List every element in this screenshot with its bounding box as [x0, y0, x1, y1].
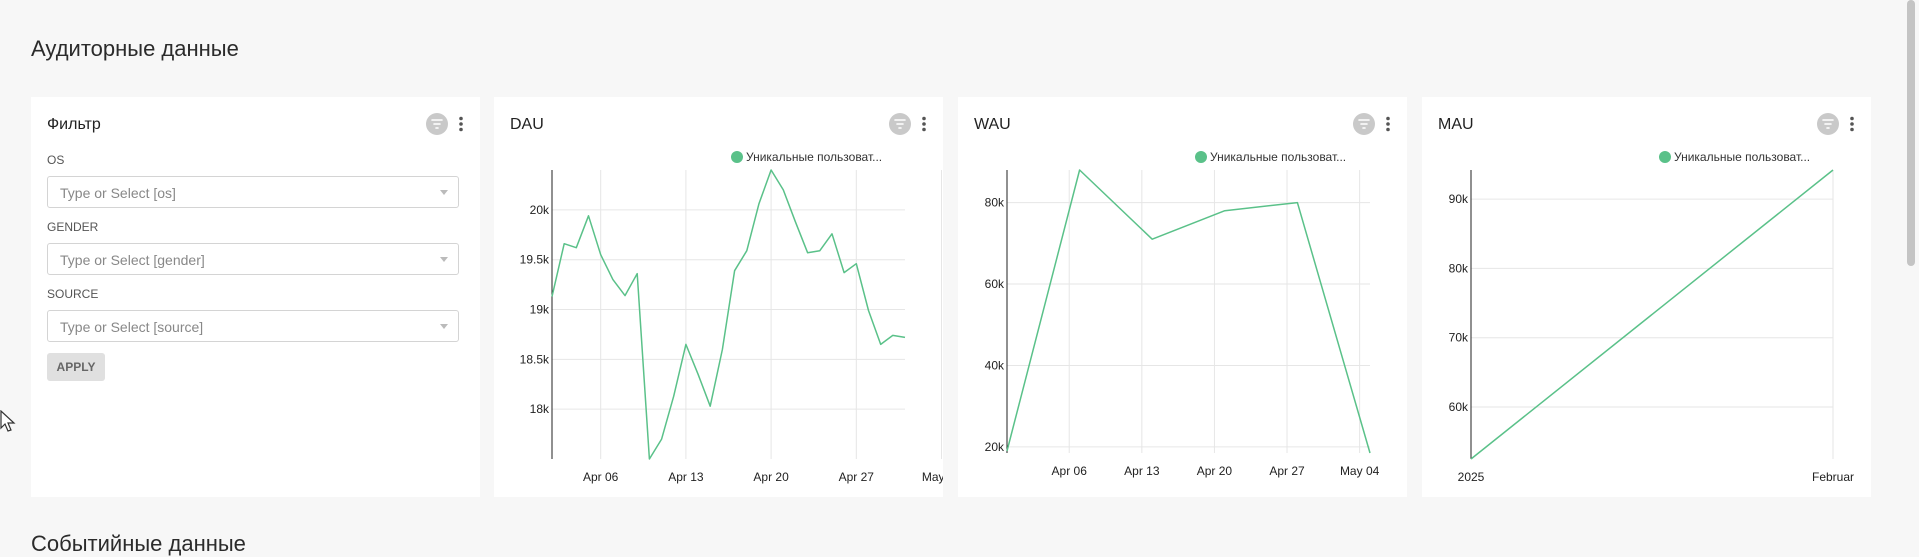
x-tick-label: Februar — [1812, 470, 1854, 484]
gender-select[interactable]: Type or Select [gender] — [47, 243, 459, 275]
y-tick-label: 20k — [530, 203, 550, 217]
filter-icon[interactable] — [426, 113, 448, 135]
x-tick-label: Apr 06 — [583, 470, 619, 484]
x-tick-label: Apr 20 — [753, 470, 789, 484]
os-label: OS — [47, 153, 65, 167]
x-tick-label: 2025 — [1458, 470, 1485, 484]
y-tick-label: 80k — [1449, 261, 1469, 275]
gender-placeholder: Type or Select [gender] — [60, 252, 205, 268]
series-line — [1006, 169, 1371, 454]
card-toolbar — [426, 113, 468, 135]
source-label: SOURCE — [47, 287, 99, 301]
mau-chart: 60k 70k 80k 90k 2025 Februar — [1449, 169, 1854, 484]
dau-card: DAU Уникальные пользоват... 18k 18.5k 19k 1… — [494, 97, 943, 497]
mouse-cursor-icon — [0, 410, 16, 432]
section-title-events: Событийные данные — [31, 531, 246, 556]
mau-card: MAU Уникальные пользоват... 60k 70k 80k 90k… — [1422, 97, 1871, 497]
series-line — [551, 169, 906, 460]
x-tick-label: Apr 13 — [668, 470, 704, 484]
y-tick-label: 60k — [1449, 400, 1469, 414]
wau-chart: 20k 40k 60k 80k Apr 06 Apr 13 Apr 20 Apr 27 May … — [985, 169, 1380, 478]
y-tick-label: 20k — [985, 440, 1005, 454]
section-title-audience: Аудиторные данные — [31, 36, 239, 61]
y-tick-label: 18k — [530, 402, 550, 416]
y-tick-label: 19k — [530, 303, 550, 317]
wau-card: WAU Уникальные пользоват... 20k 40k 60k 80k… — [958, 97, 1407, 497]
y-tick-label: 90k — [1449, 192, 1469, 206]
dropdown-caret-icon — [440, 257, 448, 262]
more-vertical-icon[interactable] — [454, 113, 468, 135]
filter-card-title: Фильтр — [47, 116, 101, 133]
x-tick-label: Apr 27 — [839, 470, 875, 484]
x-tick-label: May 04 — [922, 470, 943, 484]
os-select[interactable]: Type or Select [os] — [47, 176, 459, 208]
y-tick-label: 70k — [1449, 331, 1469, 345]
dropdown-caret-icon — [440, 324, 448, 329]
dau-chart: 18k 18.5k 19k 19.5k 20k Apr 06 Apr 13 Apr 20 Apr… — [520, 169, 943, 484]
source-select[interactable]: Type or Select [source] — [47, 310, 459, 342]
x-tick-label: May 04 — [1340, 464, 1380, 478]
y-tick-label: 18.5k — [520, 352, 550, 366]
gender-label: GENDER — [47, 220, 99, 234]
os-placeholder: Type or Select [os] — [60, 185, 176, 201]
x-tick-label: Apr 20 — [1197, 464, 1233, 478]
x-tick-label: Apr 06 — [1052, 464, 1088, 478]
y-tick-label: 19.5k — [520, 253, 550, 267]
page-scrollbar[interactable] — [1907, 0, 1915, 266]
x-tick-label: Apr 13 — [1124, 464, 1160, 478]
y-tick-label: 40k — [985, 358, 1005, 372]
dropdown-caret-icon — [440, 190, 448, 195]
y-tick-label: 60k — [985, 277, 1005, 291]
filter-card: Фильтр OS Type or Select [os] GENDER Typ… — [31, 97, 480, 497]
source-placeholder: Type or Select [source] — [60, 319, 204, 335]
y-tick-label: 80k — [985, 196, 1005, 210]
apply-button[interactable]: APPLY — [47, 353, 105, 381]
x-tick-label: Apr 27 — [1269, 464, 1305, 478]
series-line — [1470, 169, 1834, 460]
